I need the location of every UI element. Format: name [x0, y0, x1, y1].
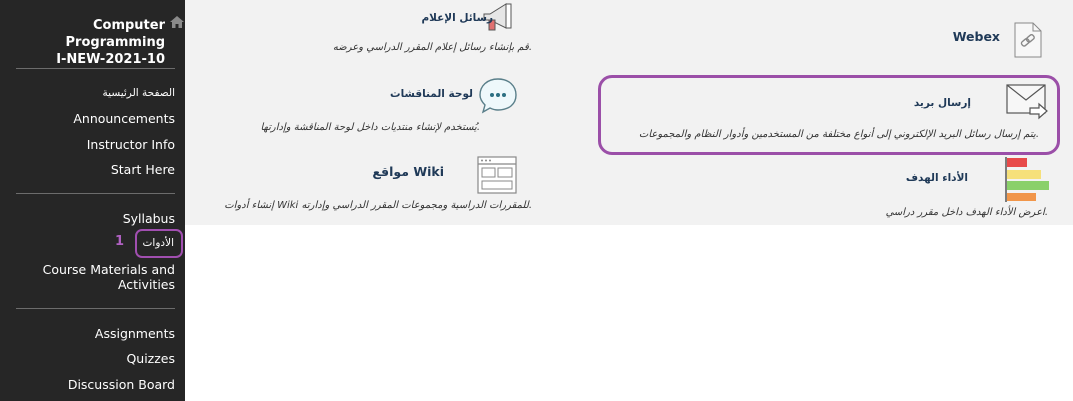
sidebar-item-start-here[interactable]: Start Here: [111, 162, 175, 177]
performance-bars-icon[interactable]: [1004, 157, 1050, 202]
step-number-label: 1: [115, 234, 125, 249]
tool-title-discussion-board[interactable]: لوحة المناقشات: [390, 88, 473, 101]
tool-desc-announcements: قم بإنشاء رسائل إعلام المقرر الدراسي وعر…: [332, 42, 532, 53]
tool-desc-wiki: إنشاء أدوات Wiki للمقررات الدراسية ومجمو…: [224, 200, 532, 211]
tool-desc-discussion-board: يُستخدم لإنشاء منتديات داخل لوحة المناقش…: [260, 122, 480, 133]
sidebar-item-home-page[interactable]: الصفحة الرئيسية: [103, 86, 175, 101]
envelope-icon[interactable]: [1006, 84, 1048, 120]
sidebar-item-instructor-info[interactable]: Instructor Info: [87, 137, 175, 152]
course-title-line1: Computer Programming: [65, 18, 165, 50]
tool-title-wiki[interactable]: مواقع Wiki: [372, 165, 444, 178]
wiki-page-icon[interactable]: [477, 156, 517, 194]
sidebar-item-tools[interactable]: الأدوات: [143, 236, 174, 251]
sidebar-item-course-materials[interactable]: Course Materials and Activities: [43, 262, 175, 292]
sidebar-divider: [16, 308, 175, 309]
tool-desc-goal-performance: اعرض الأداء الهدف داخل مقرر دراسي.: [885, 207, 1048, 218]
sidebar-item-syllabus[interactable]: Syllabus: [123, 211, 175, 226]
chat-bubble-icon[interactable]: [478, 76, 518, 114]
tool-title-webex[interactable]: Webex: [953, 30, 1000, 43]
document-link-icon[interactable]: [1014, 22, 1042, 58]
sidebar-item-course-materials-line1: Course Materials and: [42, 262, 175, 277]
sidebar-item-discussion-board[interactable]: Discussion Board: [68, 377, 175, 392]
course-title[interactable]: Computer Programming I-NEW-2021-10: [0, 17, 165, 68]
tool-title-goal-performance[interactable]: الأداء الهدف: [906, 172, 968, 185]
sidebar-item-quizzes[interactable]: Quizzes: [126, 351, 175, 366]
tools-panel: [185, 0, 1073, 225]
course-title-line2: I-NEW-2021-10: [56, 52, 165, 67]
course-sidebar: Computer Programming I-NEW-2021-10 الصفح…: [0, 0, 185, 401]
tool-title-send-email[interactable]: إرسال بريد: [914, 97, 971, 110]
sidebar-item-announcements[interactable]: Announcements: [73, 111, 175, 126]
home-icon[interactable]: [170, 16, 184, 28]
sidebar-item-assignments[interactable]: Assignments: [95, 326, 175, 341]
sidebar-item-course-materials-line2: Activities: [117, 277, 175, 292]
sidebar-divider: [16, 68, 175, 69]
sidebar-divider: [16, 193, 175, 194]
tool-desc-send-email: يتم إرسال رسائل البريد الإلكتروني إلى أن…: [638, 129, 1039, 140]
tool-title-announcements[interactable]: رسائل الإعلام: [421, 12, 493, 25]
